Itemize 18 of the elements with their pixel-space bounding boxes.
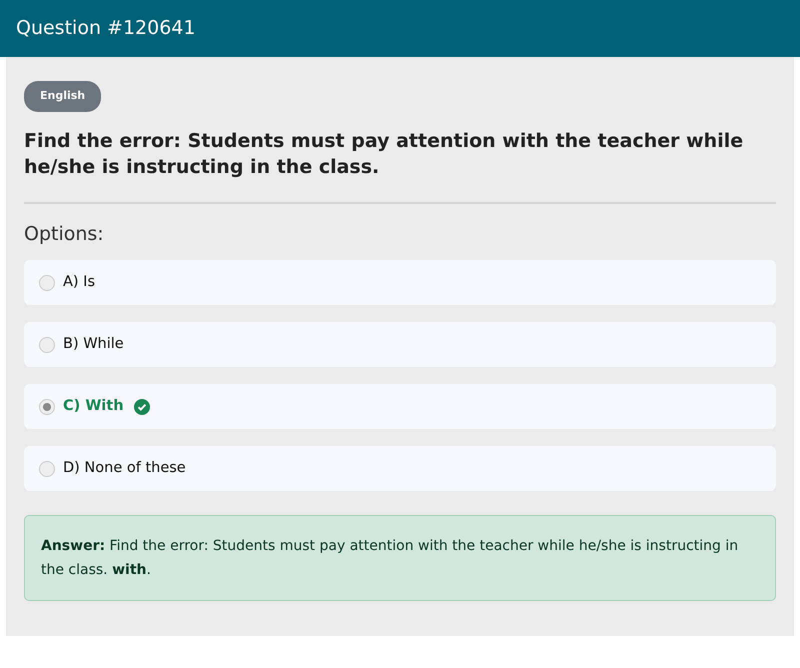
radio-button[interactable] (39, 398, 55, 414)
radio-button[interactable] (39, 274, 55, 290)
option-row[interactable]: C) With (24, 384, 776, 429)
radio-button[interactable] (39, 336, 55, 352)
check-circle-icon (134, 398, 150, 414)
option-label: C) With (63, 396, 124, 416)
option-label: A) Is (63, 272, 96, 292)
option-row[interactable]: D) None of these (24, 446, 776, 491)
option-label: D) None of these (63, 458, 186, 478)
language-tag: English (24, 81, 102, 112)
question-text: Find the error: Students must pay attention with the teacher while he/she is instructing in the class. (24, 128, 744, 180)
page-title: Question #120641 (16, 16, 196, 42)
option-row[interactable]: A) Is (24, 260, 776, 305)
answer-text: Answer: Find the error: Students must pay attention with the teacher while he/she is instructing in the class. with. (24, 515, 776, 601)
radio-button[interactable] (39, 460, 55, 476)
option-label: B) While (63, 334, 124, 354)
option-row[interactable]: B) While (24, 322, 776, 367)
options-label: Options: (24, 222, 105, 246)
